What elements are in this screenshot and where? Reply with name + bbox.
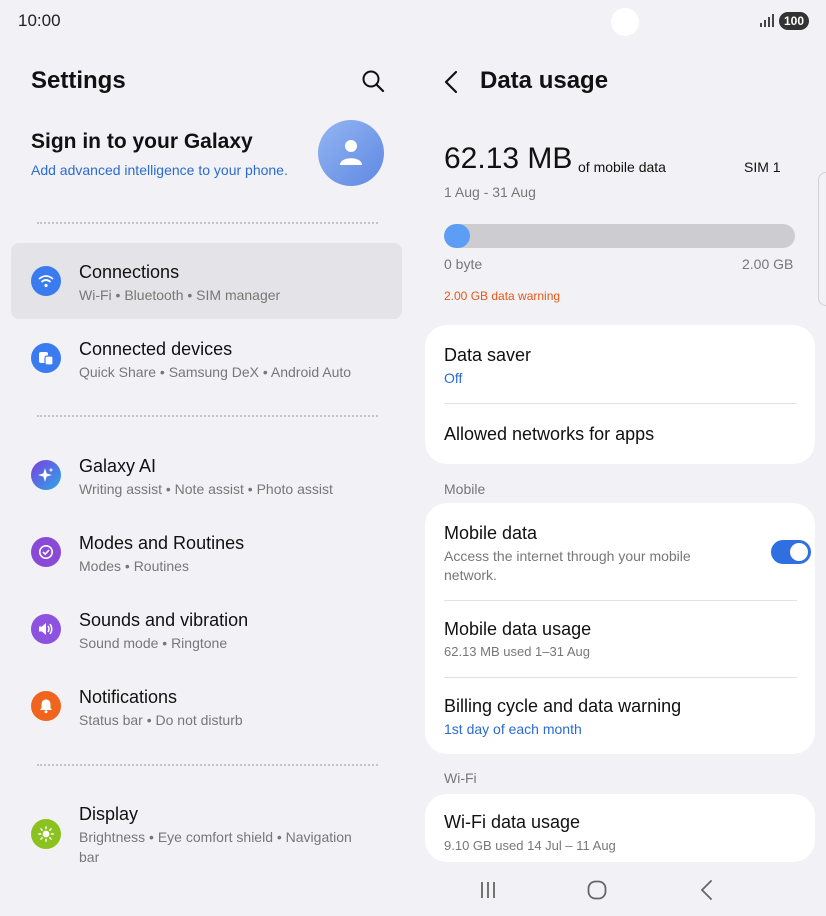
- item-subtitle: Brightness • Eye comfort shield • Naviga…: [79, 829, 352, 845]
- data-saver-row[interactable]: Data saver Off: [444, 325, 796, 403]
- battery-indicator: 100: [779, 12, 809, 30]
- toggle-knob: [790, 543, 808, 561]
- settings-item-modes-routines[interactable]: Modes and Routines Modes • Routines: [11, 514, 402, 590]
- status-time: 10:00: [18, 11, 61, 30]
- row-title: Mobile data usage: [444, 619, 592, 639]
- item-subtitle: Wi-Fi • Bluetooth • SIM manager: [79, 287, 281, 303]
- item-subtitle: Sound mode • Ringtone: [79, 635, 228, 651]
- billing-cycle-row[interactable]: Billing cycle and data warning 1st day o…: [444, 678, 796, 754]
- data-saver-card: Data saver Off Allowed networks for apps: [425, 325, 815, 464]
- wifi-card: Wi-Fi data usage 9.10 GB used 14 Jul – 1…: [425, 794, 815, 862]
- settings-item-galaxy-ai[interactable]: Galaxy AI Writing assist • Note assist •…: [11, 437, 402, 513]
- usage-bar-min-label: 0 byte: [444, 256, 483, 272]
- home-icon[interactable]: [583, 876, 611, 904]
- row-value: Off: [444, 370, 463, 386]
- wifi-data-usage-row[interactable]: Wi-Fi data usage 9.10 GB used 14 Jul – 1…: [444, 794, 796, 862]
- search-icon[interactable]: [360, 68, 386, 94]
- mobile-data-toggle[interactable]: [771, 540, 811, 564]
- account-title[interactable]: Sign in to your Galaxy: [31, 130, 253, 154]
- section-header-wifi: Wi-Fi: [444, 770, 477, 786]
- divider: [37, 222, 378, 224]
- item-subtitle-continued: bar: [79, 849, 100, 865]
- item-title: Galaxy AI: [79, 456, 157, 476]
- usage-progress-fill: [444, 224, 470, 248]
- recents-icon[interactable]: [474, 876, 502, 904]
- data-warning-label: 2.00 GB data warning: [444, 289, 561, 303]
- section-header-mobile: Mobile: [444, 481, 486, 497]
- back-nav-icon[interactable]: [693, 876, 721, 904]
- page-title: Data usage: [480, 67, 609, 94]
- row-subtitle: 62.13 MB used 1–31 Aug: [444, 644, 591, 659]
- usage-date-range: 1 Aug - 31 Aug: [444, 184, 536, 200]
- edge-panel-handle[interactable]: [818, 172, 826, 306]
- avatar[interactable]: [318, 120, 384, 186]
- item-subtitle: Status bar • Do not disturb: [79, 712, 243, 728]
- usage-unit: of mobile data: [578, 159, 666, 175]
- settings-item-connected-devices[interactable]: Connected devices Quick Share • Samsung …: [11, 320, 402, 396]
- galaxy-ai-icon: [31, 460, 61, 490]
- connected-devices-icon: [31, 343, 61, 373]
- person-icon: [340, 140, 362, 165]
- usage-progress-bar: [444, 224, 795, 248]
- row-description: Access the internet through your mobile: [444, 548, 691, 564]
- page-title: Settings: [31, 67, 126, 94]
- row-title: Wi-Fi data usage: [444, 812, 581, 832]
- wifi-icon: [31, 266, 61, 296]
- item-title: Connected devices: [79, 339, 233, 359]
- signal-icon: [760, 14, 774, 27]
- row-subtitle: 1st day of each month: [444, 721, 582, 737]
- account-subtitle[interactable]: Add advanced intelligence to your phone.: [31, 162, 288, 178]
- mobile-data-usage-row[interactable]: Mobile data usage 62.13 MB used 1–31 Aug: [444, 601, 796, 677]
- sim-selector[interactable]: SIM 1: [744, 159, 781, 175]
- settings-item-connections[interactable]: Connections Wi-Fi • Bluetooth • SIM mana…: [11, 243, 402, 319]
- row-subtitle: 9.10 GB used 14 Jul – 11 Aug: [444, 838, 616, 853]
- usage-amount: 62.13 MB: [444, 142, 573, 175]
- item-title: Connections: [79, 262, 180, 282]
- allowed-networks-row[interactable]: Allowed networks for apps: [444, 404, 796, 464]
- bell-icon: [31, 691, 61, 721]
- back-arrow-icon[interactable]: [440, 69, 464, 95]
- item-title: Modes and Routines: [79, 533, 245, 553]
- mobile-card: Mobile data Access the internet through …: [425, 503, 815, 754]
- settings-item-notifications[interactable]: Notifications Status bar • Do not distur…: [11, 668, 402, 744]
- item-subtitle: Quick Share • Samsung DeX • Android Auto: [79, 364, 352, 380]
- settings-item-display[interactable]: Display Brightness • Eye comfort shield …: [11, 786, 402, 876]
- divider: [37, 415, 378, 417]
- divider: [37, 764, 378, 766]
- modes-icon: [31, 537, 61, 567]
- settings-item-sounds[interactable]: Sounds and vibration Sound mode • Ringto…: [11, 591, 402, 667]
- row-title: Data saver: [444, 345, 532, 365]
- row-description-continued: network.: [444, 567, 497, 583]
- row-title: Billing cycle and data warning: [444, 696, 682, 716]
- row-title: Allowed networks for apps: [444, 424, 655, 444]
- volume-icon: [31, 614, 61, 644]
- item-title: Display: [79, 804, 139, 824]
- item-title: Notifications: [79, 687, 178, 707]
- item-subtitle: Modes • Routines: [79, 558, 189, 574]
- usage-bar-max-label: 2.00 GB: [742, 256, 794, 272]
- row-title: Mobile data: [444, 523, 538, 543]
- mobile-data-row[interactable]: Mobile data Access the internet through …: [444, 503, 811, 600]
- sun-icon: [31, 819, 61, 849]
- item-subtitle: Writing assist • Note assist • Photo ass…: [79, 481, 333, 497]
- item-title: Sounds and vibration: [79, 610, 249, 630]
- camera-cutout: [611, 8, 639, 36]
